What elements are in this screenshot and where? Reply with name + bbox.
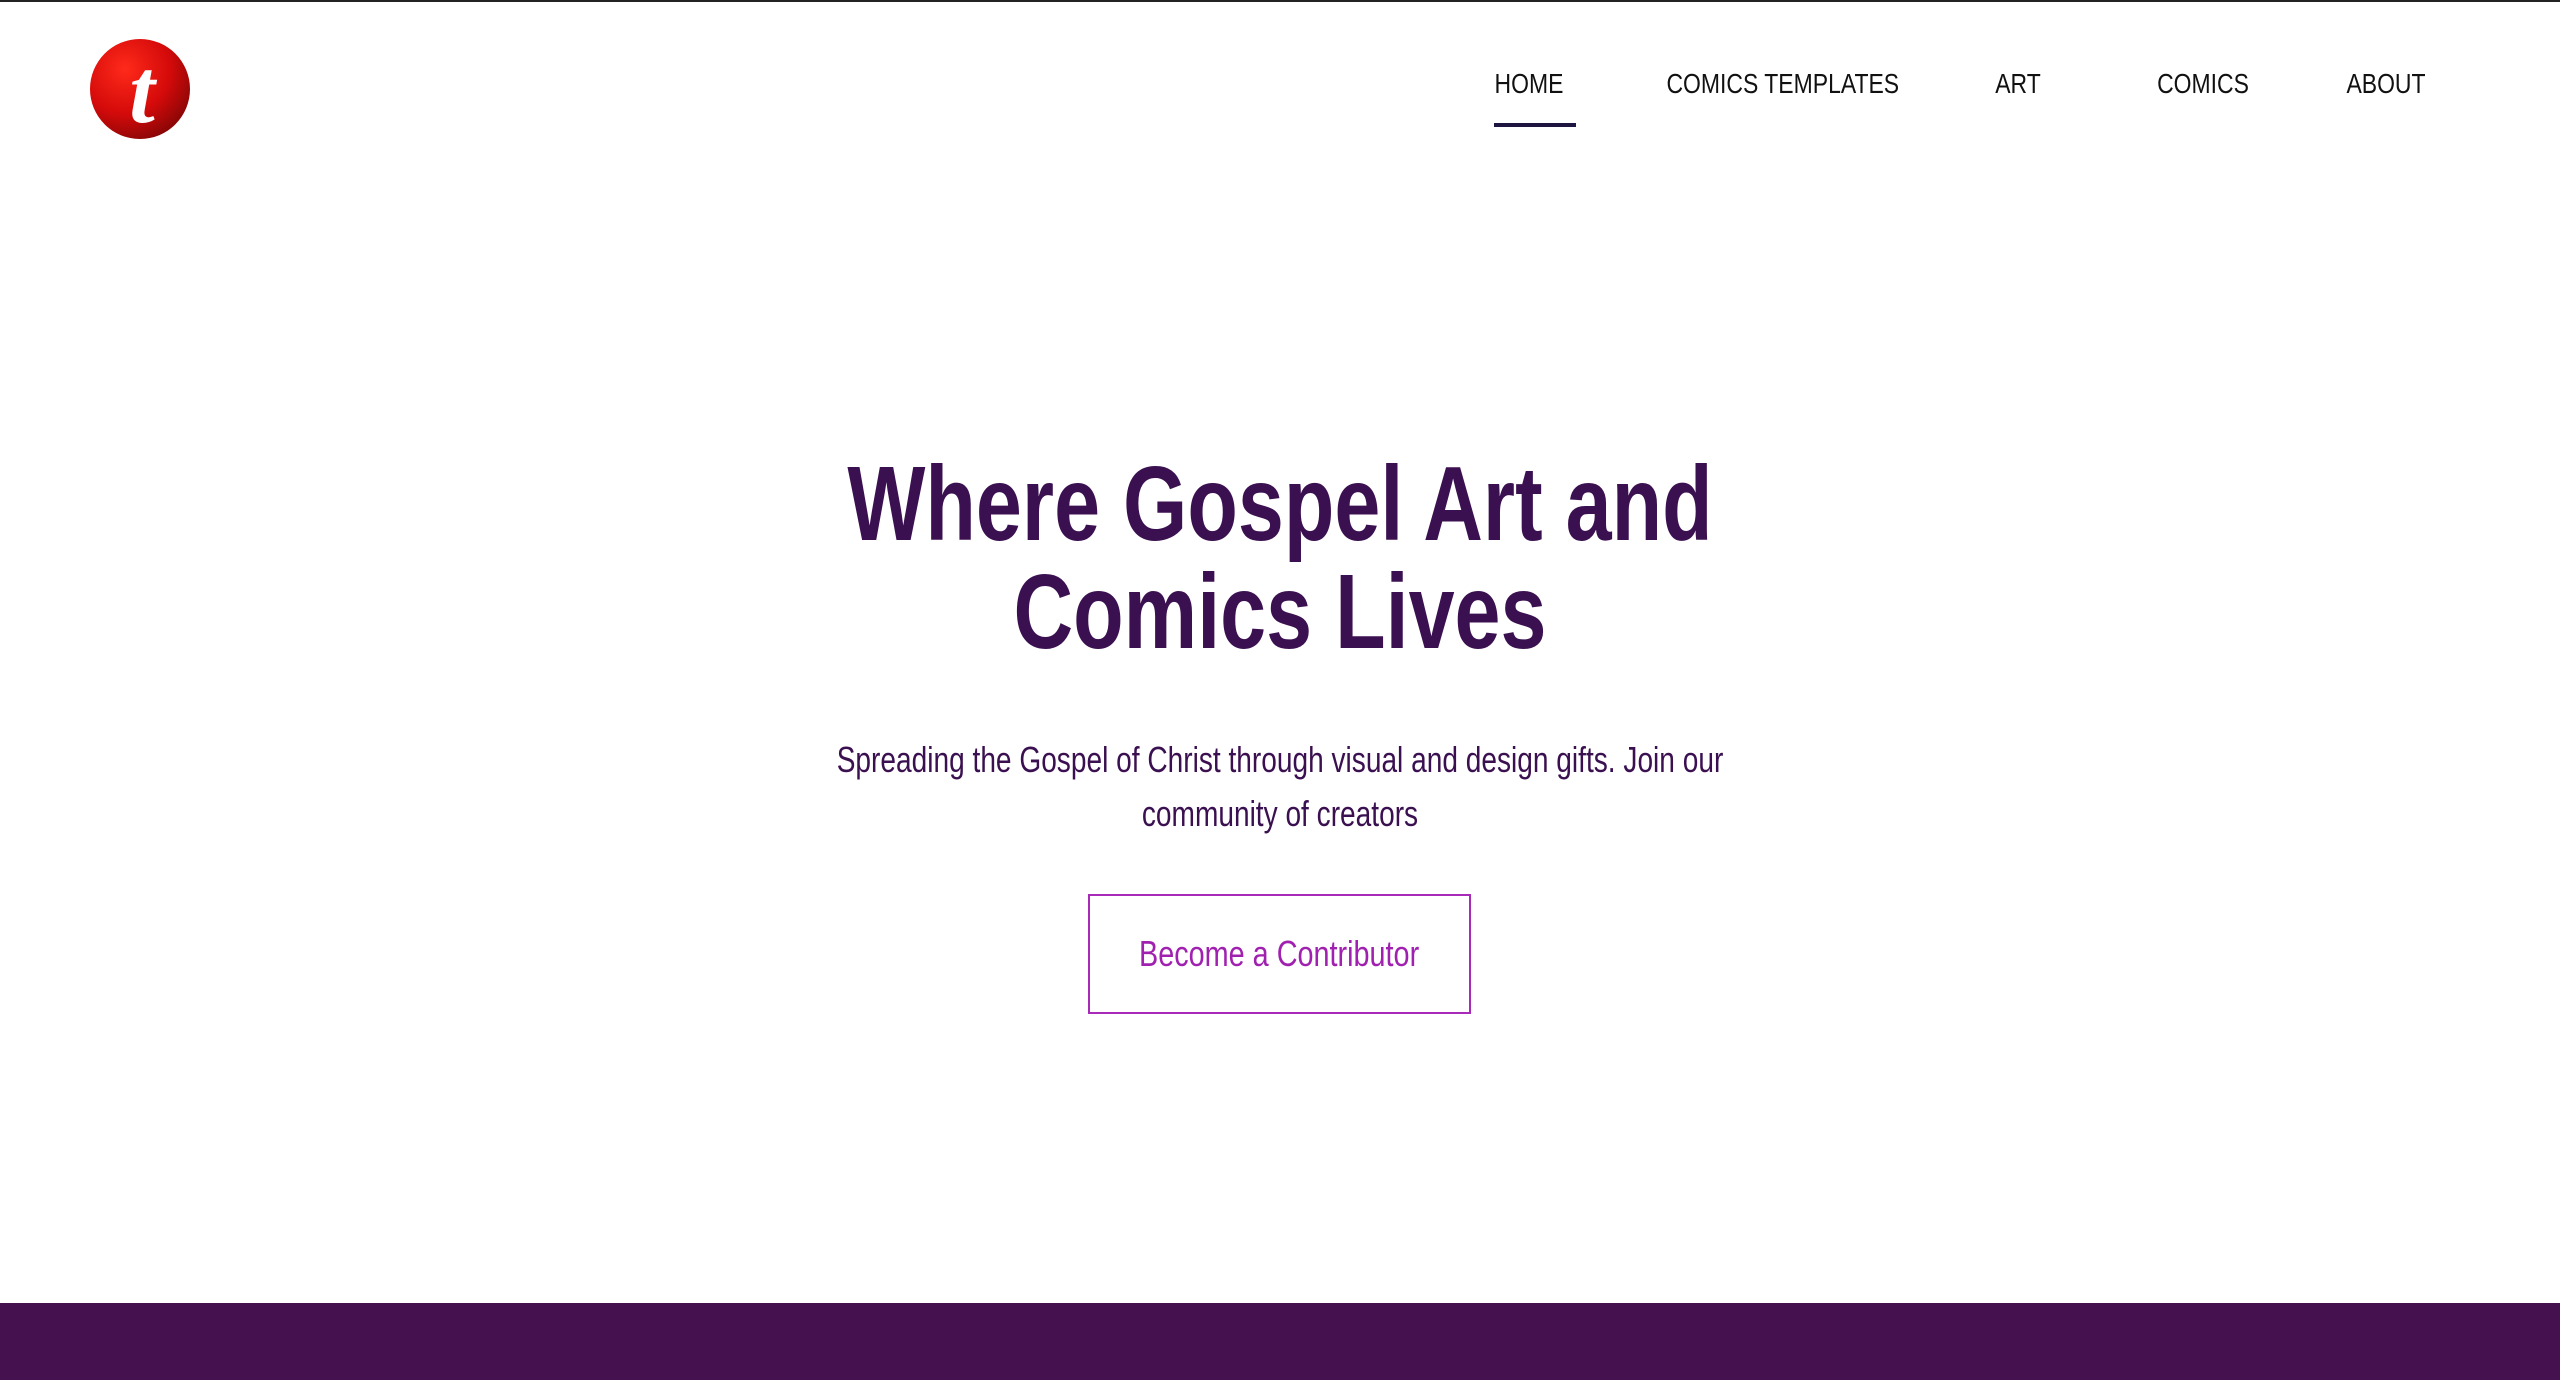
hero-subtitle: Spreading the Gospel of Christ through v… bbox=[836, 739, 1724, 834]
nav-home[interactable]: HOME bbox=[1492, 68, 1566, 112]
svg-text:t: t bbox=[129, 40, 157, 140]
active-nav-indicator bbox=[1494, 123, 1576, 127]
purple-section-band bbox=[0, 1303, 2560, 1380]
hero-title: Where Gospel Art and Comics Lives bbox=[847, 445, 1713, 671]
nav-comics[interactable]: COMICS bbox=[2156, 68, 2249, 112]
cta-label: Become a Contributor bbox=[1139, 933, 1420, 974]
site-header: t HOME COMICS TEMPLATES ART COMICS ABOUT bbox=[0, 2, 2560, 172]
site-logo[interactable]: t bbox=[89, 38, 191, 140]
become-contributor-button[interactable]: Become a Contributor bbox=[1088, 894, 1471, 1014]
nav-art[interactable]: ART bbox=[1988, 68, 2047, 112]
logo-icon: t bbox=[90, 39, 190, 140]
nav-comics-templates[interactable]: COMICS TEMPLATES bbox=[1666, 68, 1899, 112]
nav-about[interactable]: ABOUT bbox=[2345, 68, 2427, 112]
